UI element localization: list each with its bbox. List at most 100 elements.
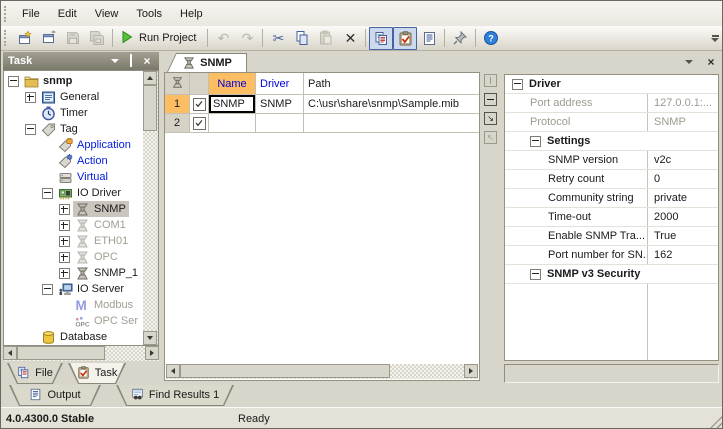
tree-item-com1[interactable]: COM1 [5,217,143,233]
redo-button[interactable]: ↷ [235,27,259,50]
copy-button[interactable] [290,27,314,50]
tree-item-virtual[interactable]: Virtual [5,169,143,185]
checkbox-column-header[interactable] [190,73,209,95]
table-row[interactable]: 2 [165,114,479,133]
collapse-icon[interactable] [25,123,36,135]
cell-driver[interactable]: SNMP [256,95,304,114]
property-row[interactable]: Protocol SNMP [505,113,718,132]
tree-item-opc-server[interactable]: OPC OPC Ser [5,313,143,329]
tree-horizontal-scrollbar[interactable] [3,346,159,361]
collapse-icon[interactable] [512,78,523,90]
expand-icon[interactable] [25,91,36,103]
menu-view[interactable]: View [86,2,128,26]
property-row[interactable]: Community string private [505,189,718,208]
collapse-icon[interactable] [42,283,53,295]
undo-button[interactable]: ↶ [211,27,235,50]
collapse-icon[interactable] [530,268,541,280]
tree-item-eth01[interactable]: ETH01 [5,233,143,249]
menu-tools[interactable]: Tools [127,2,171,26]
help-button[interactable]: ? [479,27,503,50]
grid-corner-cell[interactable] [165,73,190,95]
property-row[interactable]: Enable SNMP Tra... True [505,227,718,246]
expand-icon[interactable] [59,251,70,263]
menu-help[interactable]: Help [171,2,212,26]
task-pane-toggle[interactable] [393,26,418,50]
scroll-down-button[interactable] [143,331,157,345]
tree-item-io-server[interactable]: IO Server [5,281,143,297]
cell-path[interactable]: C:\usr\share\snmp\Sample.mib [304,95,479,114]
tree-item-tag[interactable]: Tag [5,121,143,137]
tab-output[interactable]: Output [9,385,101,406]
scroll-left-button[interactable] [3,346,17,360]
expand-icon[interactable] [59,203,70,215]
property-value[interactable]: 162 [647,246,718,264]
property-row[interactable]: SNMP version v2c [505,151,718,170]
run-project-button[interactable]: Run Project [116,28,204,49]
property-row[interactable]: Time-out 2000 [505,208,718,227]
property-value[interactable]: SNMP [647,113,718,131]
column-header-name[interactable]: Name [209,73,256,95]
output-pane-toggle[interactable] [417,27,441,50]
collapse-icon[interactable] [530,135,541,147]
property-value[interactable]: v2c [647,151,718,169]
property-value[interactable]: 2000 [647,208,718,226]
cell-path[interactable] [304,114,479,133]
property-group-settings[interactable]: Settings [505,132,718,151]
tree-item-snmp-1[interactable]: SNMP_1 [5,265,143,281]
row-header[interactable]: 1 [165,95,190,114]
property-row[interactable]: Retry count 0 [505,170,718,189]
property-value[interactable]: private [647,189,718,207]
row-checkbox-cell[interactable] [190,95,209,114]
scrollbar-thumb[interactable] [17,346,105,360]
tree-item-general[interactable]: General [5,89,143,105]
tree-item-opc[interactable]: OPC [5,249,143,265]
column-header-path[interactable]: Path [304,73,479,95]
tab-task[interactable]: Task [68,363,126,384]
save-all-button[interactable] [85,27,109,50]
property-row[interactable]: Port number for SN... 162 [505,246,718,265]
scroll-left-button[interactable] [166,364,180,378]
cell-driver[interactable] [256,114,304,133]
new-project-button[interactable] [13,27,37,50]
menubar-grip[interactable] [4,5,9,22]
tab-find-results-1[interactable]: Find Results 1 [116,385,234,406]
menu-file[interactable]: File [13,2,49,26]
scroll-up-button[interactable] [143,71,157,85]
document-close-button[interactable]: × [704,55,718,68]
file-pane-toggle[interactable] [369,26,394,50]
panel-pin-button[interactable] [124,54,138,68]
checked-checkbox[interactable] [192,116,206,130]
menu-edit[interactable]: Edit [49,2,86,26]
panel-menu-button[interactable] [108,55,122,68]
property-value[interactable]: True [647,227,718,245]
property-value[interactable]: 0 [647,170,718,188]
scrollbar-thumb[interactable] [143,85,157,131]
tree-item-timer[interactable]: Timer [5,105,143,121]
cut-button[interactable]: ✂ [266,27,290,50]
cell-name[interactable] [209,114,256,133]
paste-button[interactable] [314,27,338,50]
tree-item-application[interactable]: Application [5,137,143,153]
collapse-icon[interactable] [8,75,19,87]
tab-file[interactable]: File [7,363,63,384]
expand-icon[interactable] [59,219,70,231]
column-header-driver[interactable]: Driver [256,73,304,95]
property-group-snmp-v3-security[interactable]: SNMP v3 Security [505,265,718,284]
property-value[interactable]: 127.0.0.1:... [647,94,718,112]
open-project-button[interactable] [37,27,61,50]
tab-snmp-document[interactable]: SNMP [167,53,247,72]
tree-item-modbus[interactable]: M Modbus [5,297,143,313]
expand-se-button[interactable]: ↘ [484,112,497,125]
tree-item-snmp-driver[interactable]: SNMP [5,201,143,217]
table-row[interactable]: 1 SNMP SNMP C:\usr\share\snmp\Sample.mib [165,95,479,114]
toolbar-grip[interactable] [4,30,9,46]
expand-nw-button[interactable]: ↖ [484,131,497,144]
tree-vertical-scrollbar[interactable] [143,71,158,345]
resize-grip[interactable] [710,415,722,428]
tree-item-io-driver[interactable]: IO Driver [5,185,143,201]
split-vertical-button[interactable] [484,74,497,87]
split-horizontal-button[interactable] [484,93,497,106]
pin-button[interactable] [448,27,472,50]
property-row[interactable]: Port address 127.0.0.1:... [505,94,718,113]
delete-button[interactable]: ✕ [338,27,362,50]
